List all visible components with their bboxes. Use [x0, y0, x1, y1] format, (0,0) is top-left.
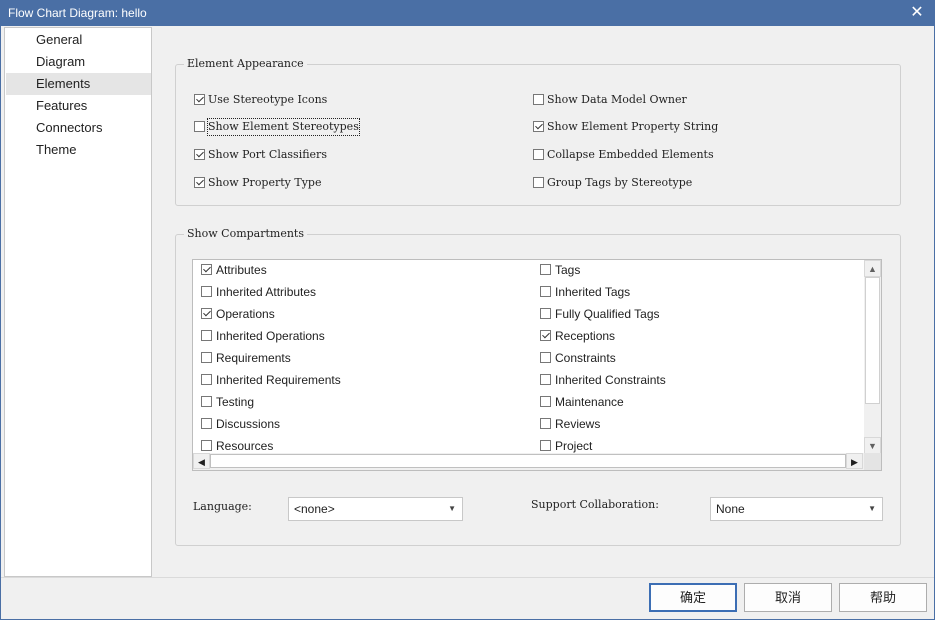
checkbox-label: Show Property Type — [208, 176, 322, 189]
checkbox-label: Inherited Constraints — [555, 373, 666, 387]
checkbox-box[interactable] — [194, 177, 205, 188]
checkbox-label: Inherited Attributes — [216, 285, 317, 299]
checkbox-label: Show Element Stereotypes — [207, 118, 360, 136]
checkbox-label: Reviews — [555, 417, 601, 431]
checkbox-label: Show Element Property String — [547, 120, 719, 133]
checkbox-box[interactable] — [201, 440, 212, 451]
sidebar-item-elements[interactable]: Elements — [6, 73, 151, 95]
checkbox-label: Inherited Tags — [555, 285, 631, 299]
checkbox-box[interactable] — [533, 94, 544, 105]
sidebar-item-features[interactable]: Features — [6, 95, 151, 117]
ok-button[interactable]: 确定 — [649, 583, 737, 612]
checkbox-label: Inherited Operations — [216, 329, 325, 343]
checkbox-box[interactable] — [540, 352, 551, 363]
checkbox-box[interactable] — [201, 418, 212, 429]
checkbox-box[interactable] — [201, 264, 212, 275]
dialog-footer: 确定 取消 帮助 — [1, 577, 934, 619]
vertical-scroll-thumb[interactable] — [865, 277, 880, 404]
checkbox-box[interactable] — [201, 374, 212, 385]
checkbox-box[interactable] — [540, 396, 551, 407]
support-collaboration-select[interactable]: None ▼ — [710, 497, 883, 521]
scroll-up-icon[interactable]: ▲ — [864, 260, 881, 277]
checkbox-box[interactable] — [533, 177, 544, 188]
checkbox-box[interactable] — [540, 440, 551, 451]
sidebar-item-diagram[interactable]: Diagram — [6, 51, 151, 73]
sidebar-nav: General Diagram Elements Features Connec… — [4, 27, 152, 577]
checkbox-label: Show Port Classifiers — [208, 148, 327, 161]
language-label: Language: — [193, 500, 252, 513]
compartments-list[interactable]: Attributes Inherited Attributes Operatio… — [192, 259, 882, 471]
scrollbar-corner — [864, 453, 881, 470]
checkbox-box[interactable] — [194, 94, 205, 105]
scroll-down-icon[interactable]: ▼ — [864, 437, 881, 454]
checkbox-label: Group Tags by Stereotype — [547, 176, 693, 189]
checkbox-label: Receptions — [555, 329, 616, 343]
checkbox-label: Discussions — [216, 417, 281, 431]
scroll-left-icon[interactable]: ◀ — [193, 453, 210, 469]
checkbox-box[interactable] — [533, 149, 544, 160]
chevron-down-icon[interactable]: ▼ — [868, 498, 876, 520]
checkbox-box[interactable] — [201, 308, 212, 319]
checkbox-label: Operations — [216, 307, 275, 321]
language-value: <none> — [294, 502, 335, 516]
horizontal-scroll-thumb[interactable] — [210, 454, 846, 468]
language-select[interactable]: <none> ▼ — [288, 497, 463, 521]
checkbox-label: Constraints — [555, 351, 616, 365]
close-icon[interactable]: ✕ — [899, 0, 935, 26]
checkbox-box[interactable] — [540, 264, 551, 275]
vertical-scrollbar[interactable]: ▲ ▼ — [864, 260, 881, 454]
checkbox-label: Attributes — [216, 263, 267, 277]
sidebar-item-theme[interactable]: Theme — [6, 139, 151, 161]
checkbox-box[interactable] — [540, 418, 551, 429]
checkbox-label: Inherited Requirements — [216, 373, 341, 387]
sidebar-item-connectors[interactable]: Connectors — [6, 117, 151, 139]
checkbox-label: Fully Qualified Tags — [555, 307, 660, 321]
element-appearance-group: Element Appearance Use Stereotype Icons … — [175, 57, 901, 206]
checkbox-box[interactable] — [201, 330, 212, 341]
title-bar: Flow Chart Diagram: hello ✕ — [0, 0, 935, 26]
checkbox-box[interactable] — [540, 374, 551, 385]
chevron-down-icon[interactable]: ▼ — [448, 498, 456, 520]
checkbox-label: Use Stereotype Icons — [208, 93, 328, 106]
checkbox-box[interactable] — [540, 286, 551, 297]
sidebar-item-general[interactable]: General — [6, 29, 151, 51]
checkbox-label: Maintenance — [555, 395, 624, 409]
checkbox-box[interactable] — [540, 330, 551, 341]
help-button[interactable]: 帮助 — [839, 583, 927, 612]
checkbox-box[interactable] — [194, 121, 205, 132]
checkbox-label: Requirements — [216, 351, 291, 365]
checkbox-label: Testing — [216, 395, 255, 409]
checkbox-box[interactable] — [540, 308, 551, 319]
checkbox-box[interactable] — [533, 121, 544, 132]
settings-panel: Element Appearance Use Stereotype Icons … — [152, 27, 930, 577]
checkbox-box[interactable] — [201, 286, 212, 297]
support-collaboration-label: Support Collaboration: — [531, 498, 659, 511]
checkbox-box[interactable] — [201, 352, 212, 363]
window-title: Flow Chart Diagram: hello — [8, 6, 147, 20]
checkbox-label: Tags — [555, 263, 581, 277]
scroll-right-icon[interactable]: ▶ — [846, 453, 863, 469]
cancel-button[interactable]: 取消 — [744, 583, 832, 612]
support-collaboration-value: None — [716, 502, 745, 516]
checkbox-box[interactable] — [201, 396, 212, 407]
checkbox-label: Show Data Model Owner — [547, 93, 687, 106]
show-compartments-title: Show Compartments — [184, 227, 307, 240]
horizontal-scrollbar[interactable]: ◀ ▶ — [193, 453, 881, 470]
element-appearance-title: Element Appearance — [184, 57, 307, 70]
checkbox-box[interactable] — [194, 149, 205, 160]
checkbox-label: Collapse Embedded Elements — [547, 148, 714, 161]
